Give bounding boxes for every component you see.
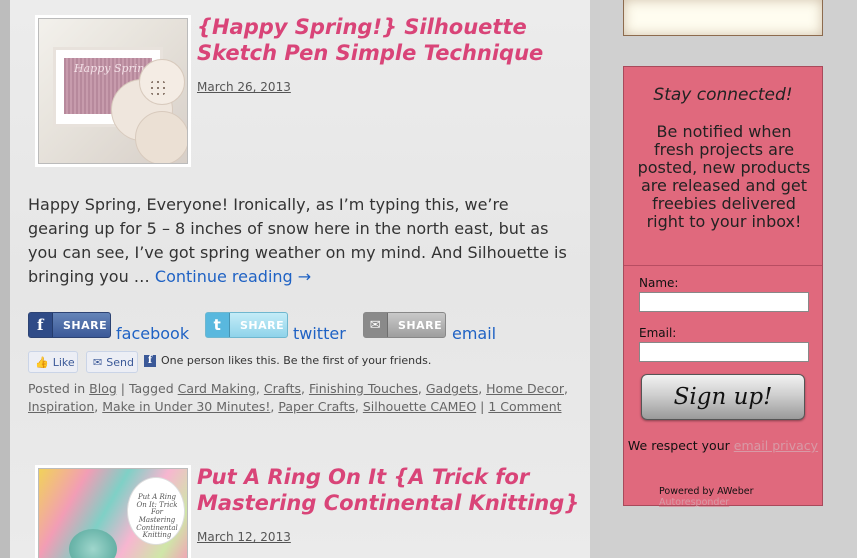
facebook-like-count-text: One person likes this. Be the first of y… [161, 354, 432, 367]
post-thumbnail-happy-spring[interactable]: Happy Spring [38, 18, 188, 164]
tag-link[interactable]: Make in Under 30 Minutes! [102, 399, 270, 414]
email-input[interactable] [639, 342, 809, 362]
thumbs-up-icon: 👍 [35, 355, 49, 369]
left-page-strip [0, 0, 10, 558]
facebook-share-link[interactable]: facebook [116, 324, 189, 343]
send-label: Send [106, 355, 134, 369]
widget-description: Be notified when fresh projects are post… [637, 122, 811, 231]
autoresponder-link[interactable]: Autoresponder [659, 497, 729, 508]
share-button-label: SHARE [63, 318, 108, 332]
twitter-share-link[interactable]: twitter [293, 324, 346, 343]
powered-prefix: Powered by AWeber [659, 486, 754, 497]
post-date[interactable]: March 26, 2013 [197, 80, 291, 94]
post-meta: Posted in Blog | Tagged Card Making, Cra… [28, 381, 568, 414]
post-thumbnail-knitting[interactable]: Put A Ring On It: Trick For Mastering Co… [38, 468, 188, 558]
flower-shape [135, 111, 187, 163]
like-label: Like [52, 355, 75, 369]
flower-center [149, 79, 167, 97]
send-icon: ✉ [93, 355, 103, 369]
tag-link[interactable]: Home Decor [486, 381, 564, 396]
tag-link[interactable]: Silhouette CAMEO [363, 399, 476, 414]
email-share-button[interactable]: ✉ SHARE [363, 312, 446, 338]
facebook-share-button[interactable]: f SHARE [28, 312, 111, 338]
email-share-link[interactable]: email [452, 324, 496, 343]
post-title-line[interactable]: Mastering Continental Knitting} [197, 490, 579, 516]
signup-button[interactable]: Sign up! [641, 374, 805, 420]
privacy-note: We respect your email privacy [624, 437, 822, 455]
post-title-line[interactable]: Sketch Pen Simple Technique [197, 40, 543, 66]
twitter-share-button[interactable]: t SHARE [205, 312, 288, 338]
continue-reading-link[interactable]: Continue reading → [155, 267, 311, 286]
email-label: Email: [639, 326, 677, 340]
thumbnail-card: Put A Ring On It: Trick For Mastering Co… [127, 477, 185, 545]
widget-divider [624, 265, 822, 266]
tag-link[interactable]: Inspiration [28, 399, 94, 414]
post-title-happy-spring[interactable]: {Happy Spring!} Silhouette Sketch Pen Si… [197, 14, 543, 66]
privacy-prefix: We respect your [627, 438, 730, 453]
tag-link[interactable]: Gadgets [426, 381, 478, 396]
tagged-label: Tagged [128, 381, 174, 396]
post-title-line[interactable]: {Happy Spring!} Silhouette [197, 14, 543, 40]
facebook-icon: f [29, 313, 53, 337]
envelope-icon: ✉ [364, 313, 388, 337]
category-link[interactable]: Blog [89, 381, 117, 396]
sidebar-widget-top [623, 0, 823, 36]
share-button-label: SHARE [240, 318, 285, 332]
share-button-label: SHARE [398, 318, 443, 332]
knitted-rosette [69, 529, 117, 558]
post-title-line[interactable]: Put A Ring On It {A Trick for [197, 464, 579, 490]
facebook-small-icon: f [144, 355, 156, 367]
facebook-like-button[interactable]: 👍 Like [28, 351, 78, 373]
tag-link[interactable]: Card Making [178, 381, 256, 396]
post-date[interactable]: March 12, 2013 [197, 530, 291, 544]
newsletter-widget: Stay connected! Be notified when fresh p… [623, 66, 823, 508]
tag-link[interactable]: Crafts [264, 381, 301, 396]
thumbnail-card-text: Put A Ring On It: Trick For Mastering Co… [136, 493, 178, 540]
posted-in-label: Posted in [28, 381, 86, 396]
twitter-icon: t [206, 313, 230, 337]
widget-title: Stay connected! [653, 85, 793, 105]
facebook-send-button[interactable]: ✉ Send [86, 351, 138, 373]
tag-link[interactable]: Finishing Touches [309, 381, 418, 396]
tag-link[interactable]: Paper Crafts [278, 399, 355, 414]
powered-by: Powered by AWeber Autoresponder [659, 486, 822, 508]
email-privacy-link[interactable]: email privacy [734, 438, 818, 453]
post-excerpt: Happy Spring, Everyone! Ironically, as I… [28, 193, 568, 289]
name-input[interactable] [639, 292, 809, 312]
post-title-knitting[interactable]: Put A Ring On It {A Trick for Mastering … [197, 464, 579, 516]
name-label: Name: [639, 276, 679, 290]
comments-link[interactable]: 1 Comment [488, 399, 561, 414]
